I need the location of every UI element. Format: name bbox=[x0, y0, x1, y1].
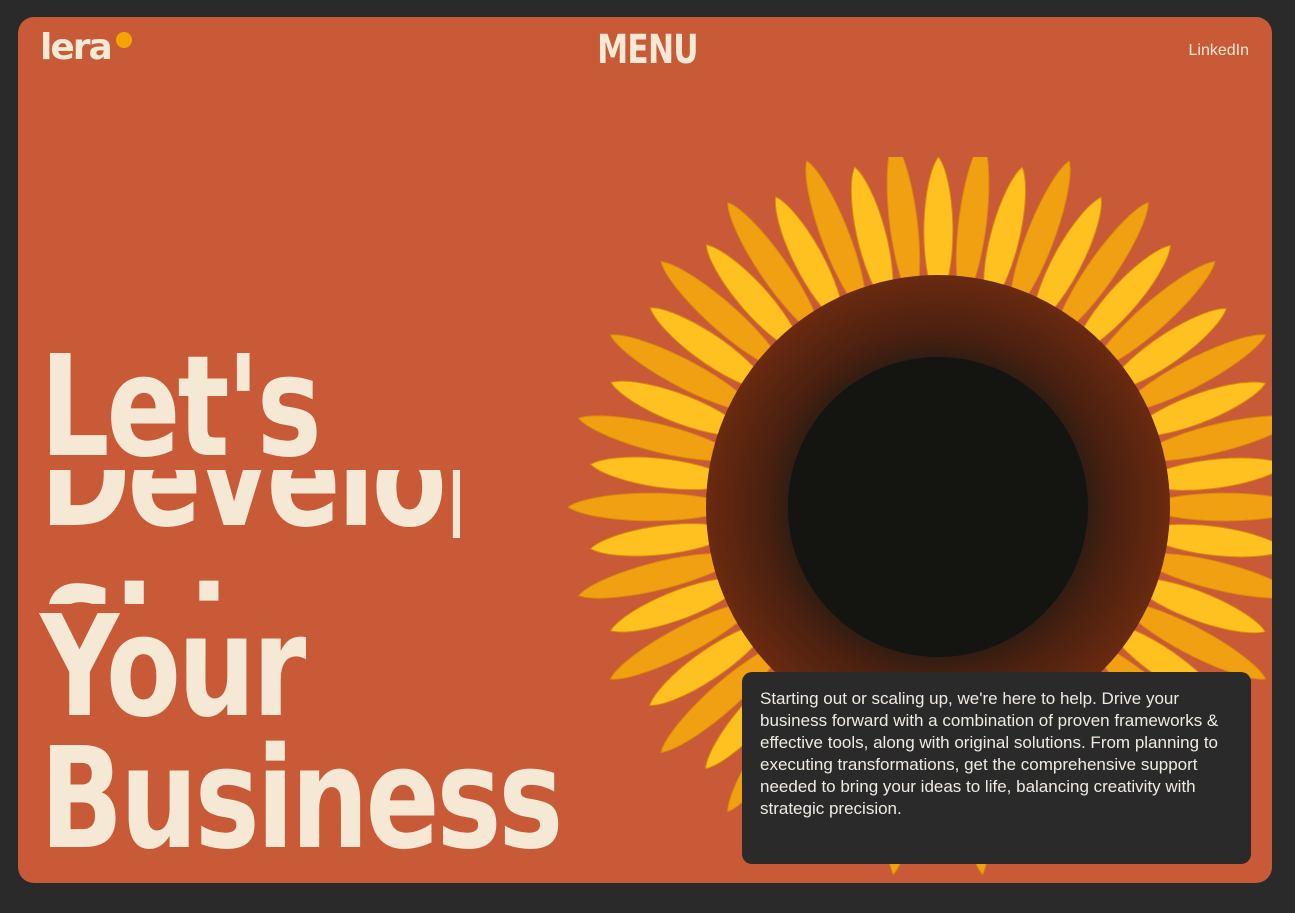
headline-business: Business bbox=[40, 718, 563, 881]
info-text: Starting out or scaling up, we're here t… bbox=[760, 689, 1219, 818]
linkedin-link[interactable]: LinkedIn bbox=[1189, 42, 1250, 60]
page: lera MENU LinkedIn Let's Develop Shine o… bbox=[0, 0, 1295, 913]
headline-develop-clip: Develop bbox=[40, 470, 460, 538]
menu-button[interactable]: MENU bbox=[142, 30, 1152, 70]
logo-dot-icon bbox=[116, 32, 132, 48]
logo[interactable]: lera bbox=[40, 30, 113, 66]
info-box: Starting out or scaling up, we're here t… bbox=[742, 672, 1251, 864]
headline-lets: Let's bbox=[40, 326, 322, 489]
headline-develop: Develop bbox=[40, 470, 460, 538]
headline-your: Your bbox=[40, 586, 306, 749]
